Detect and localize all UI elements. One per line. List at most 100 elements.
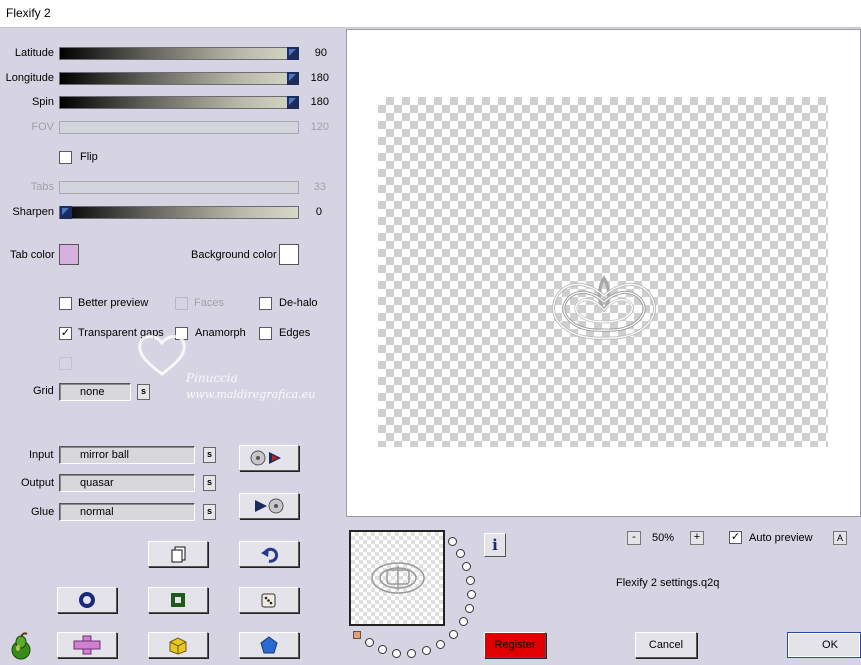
longitude-slider-thumb[interactable] xyxy=(287,72,299,85)
flip-label: Flip xyxy=(80,151,98,163)
dice-icon xyxy=(261,593,276,608)
tabs-slider xyxy=(59,181,299,194)
de-halo-label: De-halo xyxy=(279,297,318,309)
cancel-label: Cancel xyxy=(648,639,684,651)
cross-preset-button[interactable] xyxy=(57,632,117,658)
tab-color-swatch[interactable] xyxy=(59,244,79,265)
sharpen-slider[interactable] xyxy=(59,206,299,219)
window-title: Flexify 2 xyxy=(6,6,51,20)
faces-label: Faces xyxy=(194,297,224,309)
random-button[interactable] xyxy=(239,587,299,613)
rotation-dot[interactable] xyxy=(392,649,401,658)
navigator-preview-image xyxy=(371,562,425,594)
ring-preset-button[interactable] xyxy=(57,587,117,613)
sharpen-slider-thumb[interactable] xyxy=(60,206,72,219)
input-select[interactable]: mirror ball xyxy=(59,446,195,464)
navigator-thumbnail[interactable] xyxy=(349,530,445,626)
disc-arrow-icon xyxy=(250,450,281,466)
title-bar: Flexify 2 xyxy=(0,0,861,28)
navigator-origin-marker[interactable] xyxy=(353,631,361,639)
zoom-out-button[interactable]: - xyxy=(627,531,641,545)
grid-label: Grid xyxy=(33,385,54,397)
flaming-pear-logo-icon xyxy=(11,632,31,660)
register-button[interactable]: Register xyxy=(484,632,546,658)
disabled-option-checkbox xyxy=(59,357,72,370)
longitude-slider[interactable] xyxy=(59,72,299,85)
ring-icon xyxy=(79,592,95,608)
watermark-url: www.maldiregrafica.eu xyxy=(186,388,316,401)
tabs-label: Tabs xyxy=(30,181,54,193)
undo-arrow-icon xyxy=(261,547,278,563)
grid-s-button[interactable]: s xyxy=(137,384,150,400)
rotation-dot[interactable] xyxy=(465,604,474,613)
auto-preview-label: Auto preview xyxy=(749,532,813,544)
flip-checkbox[interactable] xyxy=(59,151,72,164)
register-label: Register xyxy=(494,639,536,651)
background-color-swatch[interactable] xyxy=(279,244,299,265)
cube-preset-button[interactable] xyxy=(148,632,208,658)
sharpen-label: Sharpen xyxy=(12,206,54,218)
output-label: Output xyxy=(21,477,55,489)
spin-slider[interactable] xyxy=(59,96,299,109)
watermark-heart-icon xyxy=(138,334,186,376)
grid-select[interactable]: none xyxy=(59,383,131,401)
arrow-disc-icon xyxy=(255,498,284,514)
undo-button[interactable] xyxy=(239,541,299,567)
tabs-value: 33 xyxy=(313,181,326,193)
spin-label: Spin xyxy=(31,96,54,108)
preview-mirror-ball-image xyxy=(551,275,657,340)
green-square-icon xyxy=(171,593,185,607)
rotation-dot[interactable] xyxy=(436,640,445,649)
copy-pages-icon xyxy=(171,546,186,563)
latitude-slider[interactable] xyxy=(59,47,299,60)
output-to-input-button[interactable] xyxy=(239,493,299,519)
cancel-button[interactable]: Cancel xyxy=(635,632,697,658)
edges-checkbox[interactable] xyxy=(259,327,272,340)
edges-label: Edges xyxy=(279,327,311,339)
rotation-dot[interactable] xyxy=(407,649,416,658)
square-preset-button[interactable] xyxy=(148,587,208,613)
rotation-dot[interactable] xyxy=(422,646,431,655)
output-s-button[interactable]: s xyxy=(203,475,216,491)
input-label: Input xyxy=(29,449,54,461)
rotation-dot[interactable] xyxy=(456,549,465,558)
glue-select[interactable]: normal xyxy=(59,503,195,521)
rotation-dot[interactable] xyxy=(449,630,458,639)
zoom-level: 50% xyxy=(652,532,675,544)
latitude-label: Latitude xyxy=(14,47,54,59)
settings-filename: Flexify 2 settings.q2q xyxy=(616,577,720,589)
input-to-output-button[interactable] xyxy=(239,445,299,471)
ok-label: OK xyxy=(822,639,838,651)
output-select[interactable]: quasar xyxy=(59,474,195,492)
yellow-cube-icon xyxy=(169,637,187,655)
copy-button[interactable] xyxy=(148,541,208,567)
info-button[interactable]: i xyxy=(484,533,506,557)
input-s-button[interactable]: s xyxy=(203,447,216,463)
better-preview-checkbox[interactable] xyxy=(59,297,72,310)
rotation-dot[interactable] xyxy=(365,638,374,647)
transparent-gaps-checkbox[interactable]: ✓ xyxy=(59,327,72,340)
zoom-in-button[interactable]: + xyxy=(690,531,704,545)
glue-s-button[interactable]: s xyxy=(203,504,216,520)
glue-label: Glue xyxy=(31,506,55,518)
watermark-name: Pinuccia xyxy=(186,371,238,385)
auto-preview-a-button[interactable]: A xyxy=(833,531,847,545)
auto-preview-checkbox[interactable]: ✓ xyxy=(729,531,742,544)
rotation-dot[interactable] xyxy=(448,537,457,546)
pink-cross-icon xyxy=(73,635,101,655)
ok-button[interactable]: OK xyxy=(787,632,861,658)
de-halo-checkbox[interactable] xyxy=(259,297,272,310)
pentagon-preset-button[interactable] xyxy=(239,632,299,658)
fov-label: FOV xyxy=(31,121,54,133)
background-color-label: Background color xyxy=(191,249,277,261)
longitude-value: 180 xyxy=(310,72,329,84)
rotation-dot[interactable] xyxy=(378,645,387,654)
spin-slider-thumb[interactable] xyxy=(287,96,299,109)
fov-slider xyxy=(59,121,299,134)
rotation-dot[interactable] xyxy=(459,617,468,626)
longitude-label: Longitude xyxy=(5,72,54,84)
rotation-dot[interactable] xyxy=(466,576,475,585)
rotation-dot[interactable] xyxy=(467,590,476,599)
rotation-dot[interactable] xyxy=(462,562,471,571)
better-preview-label: Better preview xyxy=(78,297,149,309)
